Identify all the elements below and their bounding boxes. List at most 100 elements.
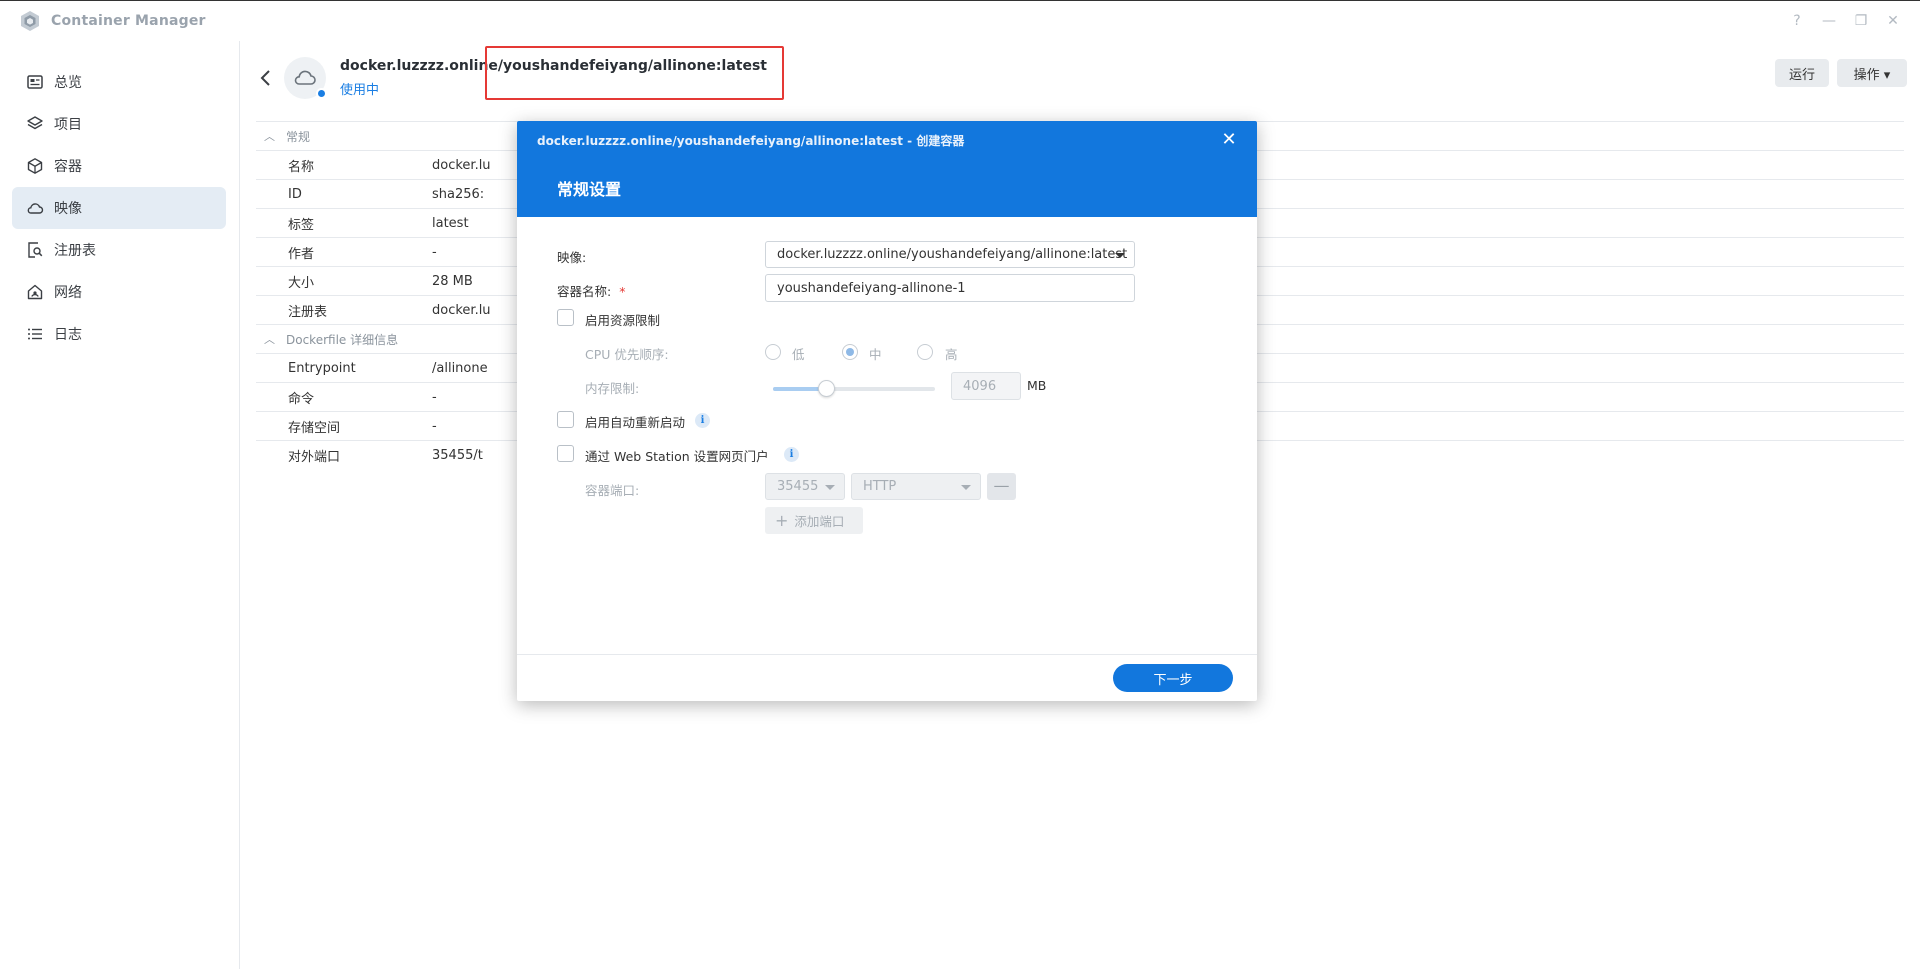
- cpu-priority-medium-radio[interactable]: [842, 344, 858, 360]
- sidebar-item-label: 网络: [54, 285, 82, 301]
- section-title: 常规: [286, 129, 311, 144]
- next-button[interactable]: 下一步: [1113, 664, 1233, 692]
- auto-restart-checkbox[interactable]: [557, 411, 574, 428]
- cloud-icon: [26, 199, 44, 217]
- detail-value: sha256:: [432, 186, 485, 202]
- cpu-priority-low-radio[interactable]: [765, 344, 781, 360]
- back-arrow-icon[interactable]: [256, 66, 276, 90]
- detail-label: 存储空间: [288, 420, 341, 436]
- detail-value: -: [432, 244, 437, 260]
- info-icon[interactable]: i: [695, 413, 710, 428]
- dialog-subtitle: 常规设置: [557, 180, 622, 199]
- minimize-icon[interactable]: —: [1820, 12, 1838, 30]
- protocol-select-value: HTTP: [863, 479, 897, 494]
- help-icon[interactable]: ?: [1788, 12, 1806, 30]
- sidebar-item-label: 注册表: [54, 243, 96, 259]
- close-icon[interactable]: ✕: [1219, 129, 1239, 150]
- image-avatar: [284, 57, 327, 99]
- plus-icon: +: [775, 511, 789, 530]
- sidebar-item-network[interactable]: 网络: [12, 271, 226, 313]
- dialog-header: docker.luzzzz.online/youshandefeiyang/al…: [517, 121, 1257, 217]
- overview-icon: [26, 73, 44, 91]
- sidebar-item-overview[interactable]: 总览: [12, 61, 226, 103]
- cpu-priority-label: CPU 优先顺序:: [585, 347, 669, 362]
- run-button[interactable]: 运行: [1775, 59, 1829, 87]
- detail-value: 35455/t: [432, 447, 483, 463]
- radio-label-medium: 中: [869, 347, 882, 362]
- chevron-down-icon: [1115, 253, 1125, 258]
- create-container-dialog: docker.luzzzz.online/youshandefeiyang/al…: [517, 121, 1257, 701]
- sidebar-item-label: 项目: [54, 117, 82, 133]
- cpu-priority-high-radio[interactable]: [917, 344, 933, 360]
- image-select-value: docker.luzzzz.online/youshandefeiyang/al…: [777, 247, 1128, 262]
- app-title: Container Manager: [51, 13, 206, 29]
- detail-value: 28 MB: [432, 273, 473, 289]
- sidebar-item-logs[interactable]: 日志: [12, 313, 226, 355]
- window-title-bar: Container Manager ? — ❐ ✕: [0, 0, 1920, 41]
- detail-label: ID: [288, 186, 302, 202]
- image-status: 使用中: [340, 83, 380, 98]
- status-dot: [316, 88, 327, 99]
- detail-value: latest: [432, 215, 469, 231]
- protocol-select[interactable]: HTTP: [851, 473, 981, 500]
- sidebar-item-label: 映像: [54, 201, 82, 217]
- add-port-button[interactable]: + 添加端口: [765, 507, 863, 534]
- container-port-label: 容器端口:: [585, 483, 640, 498]
- detail-label: 命令: [288, 391, 315, 407]
- sidebar-item-label: 日志: [54, 327, 82, 343]
- web-station-checkbox[interactable]: [557, 445, 574, 462]
- sidebar-item-projects[interactable]: 项目: [12, 103, 226, 145]
- sidebar-item-containers[interactable]: 容器: [12, 145, 226, 187]
- image-select[interactable]: docker.luzzzz.online/youshandefeiyang/al…: [765, 241, 1135, 268]
- sidebar: 总览 项目 容器 映像 注册表 网络 日志: [0, 41, 240, 969]
- memory-limit-label: 内存限制:: [585, 381, 640, 396]
- memory-limit-input[interactable]: 4096: [951, 372, 1021, 400]
- container-name-label-text: 容器名称:: [557, 284, 612, 299]
- memory-slider-thumb[interactable]: [818, 380, 836, 397]
- container-name-value: youshandefeiyang-allinone-1: [777, 280, 966, 296]
- detail-label: 对外端口: [288, 449, 341, 465]
- detail-label: 名称: [288, 159, 315, 175]
- chevron-up-icon: ︿: [264, 130, 275, 143]
- layers-icon: [26, 115, 44, 133]
- dialog-title: docker.luzzzz.online/youshandefeiyang/al…: [537, 134, 965, 148]
- memory-unit: MB: [1027, 378, 1047, 393]
- port-select-value: 35455: [777, 479, 819, 494]
- info-icon[interactable]: i: [784, 447, 799, 462]
- detail-value: -: [432, 389, 437, 405]
- remove-port-button[interactable]: —: [987, 473, 1016, 500]
- section-title: Dockerfile 详细信息: [286, 332, 399, 347]
- cloud-icon: [294, 70, 316, 85]
- detail-label: Entrypoint: [288, 360, 356, 376]
- web-station-label: 通过 Web Station 设置网页门户: [585, 449, 769, 464]
- port-select[interactable]: 35455: [765, 473, 845, 500]
- dialog-body: 映像: docker.luzzzz.online/youshandefeiyan…: [517, 217, 1257, 654]
- container-manager-logo-icon: [21, 11, 39, 31]
- auto-restart-label: 启用自动重新启动: [585, 415, 686, 430]
- chevron-up-icon: ︿: [264, 333, 275, 346]
- chevron-down-icon: [825, 485, 835, 490]
- action-dropdown-button[interactable]: 操作 ▾: [1837, 59, 1907, 87]
- container-name-label: 容器名称: *: [557, 281, 625, 300]
- network-home-icon: [26, 283, 44, 301]
- resource-limit-checkbox[interactable]: [557, 309, 574, 326]
- detail-value: docker.lu: [432, 302, 491, 318]
- sidebar-item-registry[interactable]: 注册表: [12, 229, 226, 271]
- dialog-footer: 下一步: [517, 654, 1257, 701]
- close-icon[interactable]: ✕: [1884, 12, 1902, 30]
- required-marker: *: [619, 284, 626, 299]
- detail-value: /allinone: [432, 360, 488, 376]
- container-name-input[interactable]: youshandefeiyang-allinone-1: [765, 274, 1135, 302]
- memory-limit-value: 4096: [963, 378, 997, 394]
- sidebar-item-images[interactable]: 映像: [12, 187, 226, 229]
- radio-label-high: 高: [945, 347, 958, 362]
- chevron-down-icon: [961, 485, 971, 490]
- restore-icon[interactable]: ❐: [1852, 12, 1870, 30]
- image-field-label: 映像:: [557, 250, 587, 265]
- memory-slider-track[interactable]: [773, 387, 935, 391]
- registry-search-icon: [26, 241, 44, 259]
- detail-label: 作者: [288, 246, 315, 262]
- detail-label: 大小: [288, 275, 315, 291]
- sidebar-item-label: 容器: [54, 159, 82, 175]
- cube-icon: [26, 157, 44, 175]
